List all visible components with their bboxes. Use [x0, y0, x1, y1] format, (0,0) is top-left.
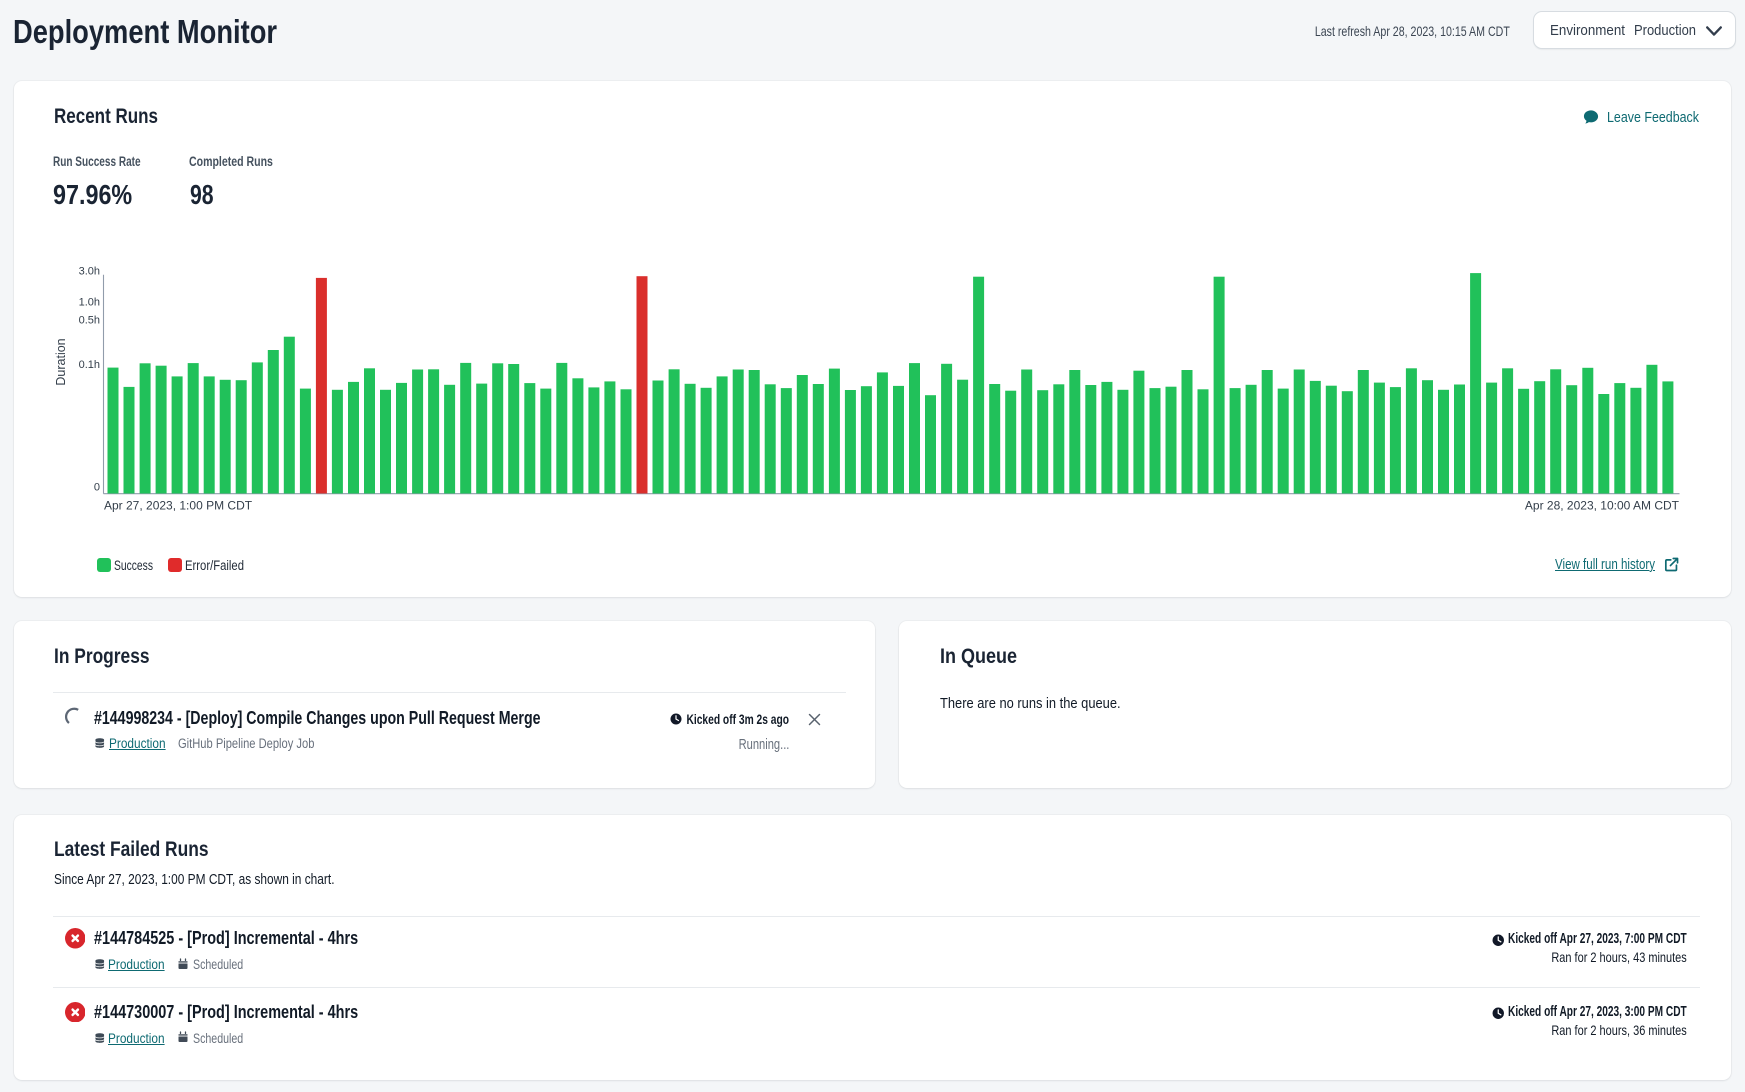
svg-text:Duration: Duration: [54, 338, 68, 385]
svg-text:0: 0: [94, 482, 100, 494]
svg-text:0.5h: 0.5h: [79, 314, 100, 326]
svg-text:Apr 27, 2023, 1:00 PM CDT: Apr 27, 2023, 1:00 PM CDT: [104, 498, 253, 512]
svg-text:Apr 28, 2023, 10:00 AM CDT: Apr 28, 2023, 10:00 AM CDT: [1525, 498, 1680, 512]
svg-text:0.1h: 0.1h: [79, 359, 100, 371]
svg-text:3.0h: 3.0h: [79, 266, 100, 278]
svg-text:1.0h: 1.0h: [79, 296, 100, 308]
